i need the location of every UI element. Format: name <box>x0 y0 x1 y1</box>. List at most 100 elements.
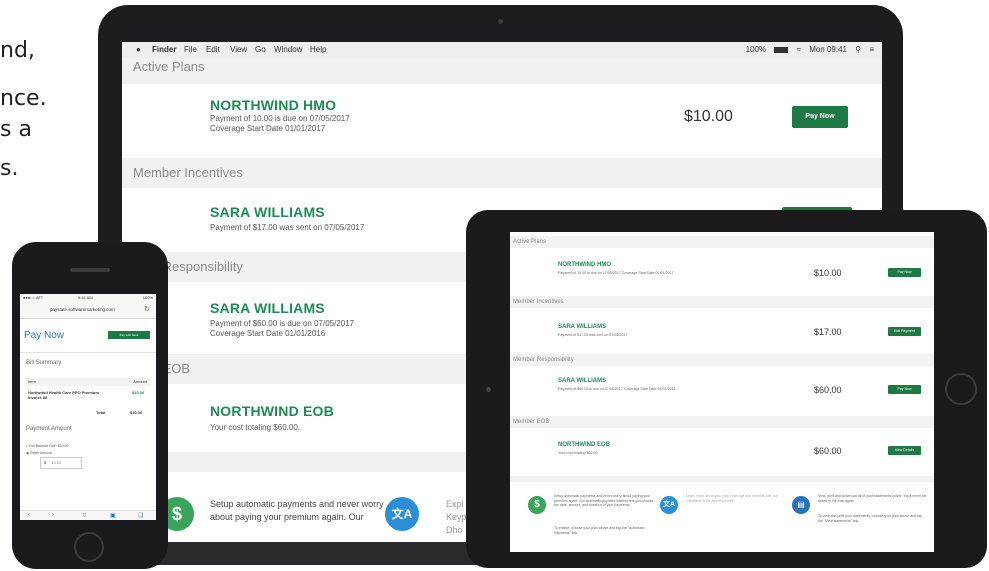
tablet-responsibility-sub: Payment of $60.00 is due on 07/05/2017 C… <box>558 387 676 391</box>
back-icon[interactable]: ‹ <box>28 512 30 518</box>
eob-cost-text: Your cost totaling $60.00. <box>210 423 300 432</box>
eob-title: NORTHWIND EOB <box>210 403 334 419</box>
tablet-section-active-plans: Active Plans <box>510 236 934 248</box>
plan-coverage-text: Coverage Start Date 01/01/2017 <box>210 124 326 133</box>
pay-now-button[interactable]: Pay Now <box>792 106 848 128</box>
tabs-icon[interactable]: ❏ <box>138 512 143 519</box>
clock[interactable]: Mon 09:41 <box>809 45 847 54</box>
tablet-responsibility-title: SARA WILLIAMS <box>558 378 607 384</box>
tablet-eob-sub: Your cost totaling $60.00. <box>558 451 599 455</box>
menu-go[interactable]: Go <box>255 42 266 58</box>
plan-amount: $10.00 <box>684 108 733 125</box>
autopay-text-2: about paying your premium again. Our <box>210 512 364 522</box>
marketing-text-line: s. <box>0 156 19 181</box>
menu-file[interactable]: File <box>184 42 197 58</box>
menu-help[interactable]: Help <box>310 42 326 58</box>
tablet-statement-icon: ▤ <box>792 496 810 514</box>
tablet-incentive-title: SARA WILLIAMS <box>558 324 607 330</box>
menu-bar: ● Finder File Edit View Go Window Help 1… <box>122 42 882 58</box>
tablet-autopay-instructions: To enable, choose your plan above and ta… <box>554 526 645 535</box>
bookmarks-icon[interactable]: ▣ <box>110 512 116 519</box>
table-header: Item Amount <box>26 378 150 386</box>
tablet-section-eob: Member EOB <box>510 416 934 428</box>
explore-text-3: Dho <box>446 525 463 535</box>
menu-app-name[interactable]: Finder <box>152 42 176 58</box>
option-other-label: Other Amount <box>30 451 52 455</box>
explore-text: Expl <box>446 499 464 509</box>
tablet-dollar-icon: $ <box>528 496 546 514</box>
tablet-view-details-button[interactable]: View Details <box>888 446 921 455</box>
option-other-amount[interactable]: ◉ Other Amount <box>26 451 52 455</box>
currency-prefix: $ <box>44 460 47 465</box>
section-member-incentives: Member Incentives <box>122 158 882 188</box>
phone-speaker <box>70 268 110 272</box>
url-text[interactable]: paystate.softwaremarketing.com <box>50 307 115 312</box>
bill-summary-heading: Bill Summary <box>26 360 62 366</box>
col-amount: Amount <box>133 379 147 384</box>
tablet-camera <box>486 387 491 392</box>
responsibility-coverage-text: Coverage Start Date 01/01/2016 <box>210 329 326 338</box>
responsibility-name: SARA WILLIAMS <box>210 300 325 316</box>
phone-battery: 100% <box>142 295 153 300</box>
tablet-screen: Active Plans NORTHWIND HMO Payment of 10… <box>510 232 934 552</box>
section-active-plans: Active Plans <box>122 58 882 84</box>
responsibility-due-text: Payment of $60.00 is due on 07/05/2017 <box>210 319 355 328</box>
battery-percent: 100% <box>745 45 767 54</box>
row-item: Northwind Health Care PPO Premium Invoic… <box>28 390 99 400</box>
tablet-eob-title: NORTHWIND EOB <box>558 442 610 448</box>
tablet-pay-now-button-2[interactable]: Pay Now <box>888 385 921 394</box>
incentive-name: SARA WILLIAMS <box>210 204 325 220</box>
payment-amount-heading: Payment Amount <box>26 426 72 432</box>
apple-icon[interactable]: ● <box>136 42 141 58</box>
forward-icon[interactable]: › <box>52 512 54 518</box>
total-value: $10.00 <box>130 410 143 415</box>
row-amount: $10.00 <box>132 390 145 395</box>
tablet-incentive-amount: $17.00 <box>814 327 842 337</box>
page-title: Pay Now <box>24 330 65 341</box>
option-full-balance[interactable]: ○ Full Balance Due: $10.00 <box>26 444 68 448</box>
wifi-icon[interactable]: ≈ <box>797 45 801 54</box>
carrier: ●●●○○ ATT <box>23 295 44 300</box>
amount-input[interactable]: $ 10.00 <box>40 457 82 469</box>
plan-title: NORTHWIND HMO <box>210 97 337 113</box>
tablet-spacer <box>510 476 934 482</box>
total-label: Total <box>96 410 106 415</box>
browser-toolbar: ‹ › ⇧ ▣ ❏ <box>20 510 156 520</box>
phone-time: 9:41 AM <box>78 295 93 300</box>
search-icon[interactable]: ⚲ <box>855 45 861 54</box>
menu-window[interactable]: Window <box>274 42 302 58</box>
address-bar: paystate.softwaremarketing.com ↻ <box>20 302 156 319</box>
menu-view[interactable]: View <box>230 42 247 58</box>
tablet-statements-text: View, print and download all of your sta… <box>818 494 927 503</box>
translate-icon: 文A <box>385 497 419 531</box>
tablet-plan-amount: $10.00 <box>814 268 842 278</box>
pay-with-bank-button[interactable]: Pay with bank <box>108 331 150 339</box>
col-item: Item <box>28 379 36 384</box>
tablet-learn-more-text: Learn more about your plan coverage and … <box>686 494 778 503</box>
marketing-text-line: s a <box>0 117 32 142</box>
tablet-translate-icon: 文A <box>660 496 678 514</box>
tablet-home-button[interactable] <box>945 373 977 405</box>
amount-value: 10.00 <box>51 460 62 465</box>
battery-icon[interactable] <box>774 46 789 53</box>
home-button[interactable] <box>74 532 104 562</box>
camera <box>498 19 503 24</box>
divider <box>20 352 156 353</box>
tablet-plan-title: NORTHWIND HMO <box>558 262 611 268</box>
share-icon[interactable]: ⇧ <box>82 512 87 519</box>
tablet-section-responsibility: Member Responsibility <box>510 354 934 366</box>
marketing-text-line: nd, <box>0 38 35 63</box>
menu-edit[interactable]: Edit <box>206 42 220 58</box>
tablet-eob-amount: $60.00 <box>814 446 842 456</box>
incentive-payment-text: Payment of $17.00 was sent on 07/05/2017 <box>210 223 365 232</box>
tablet-pay-now-button[interactable]: Pay Now <box>888 268 921 277</box>
tablet-statements-instructions: To view and print your statements, choos… <box>818 514 922 523</box>
tablet-responsibility-amount: $60.00 <box>814 385 842 395</box>
tablet-edit-payment-button[interactable]: Edit Payment <box>888 327 921 336</box>
menu-list-icon[interactable]: ≡ <box>869 45 874 54</box>
tablet-section-incentives: Member Incentives <box>510 296 934 308</box>
menu-status-area: 100% ≈ Mon 09:41 ⚲ ≡ <box>746 42 874 58</box>
reload-icon[interactable]: ↻ <box>144 305 150 313</box>
tablet-plan-sub: Payment of 10.00 is due on 07/05/2017 Co… <box>558 271 674 275</box>
autopay-text: Setup automatic payments and never worry <box>210 499 384 509</box>
